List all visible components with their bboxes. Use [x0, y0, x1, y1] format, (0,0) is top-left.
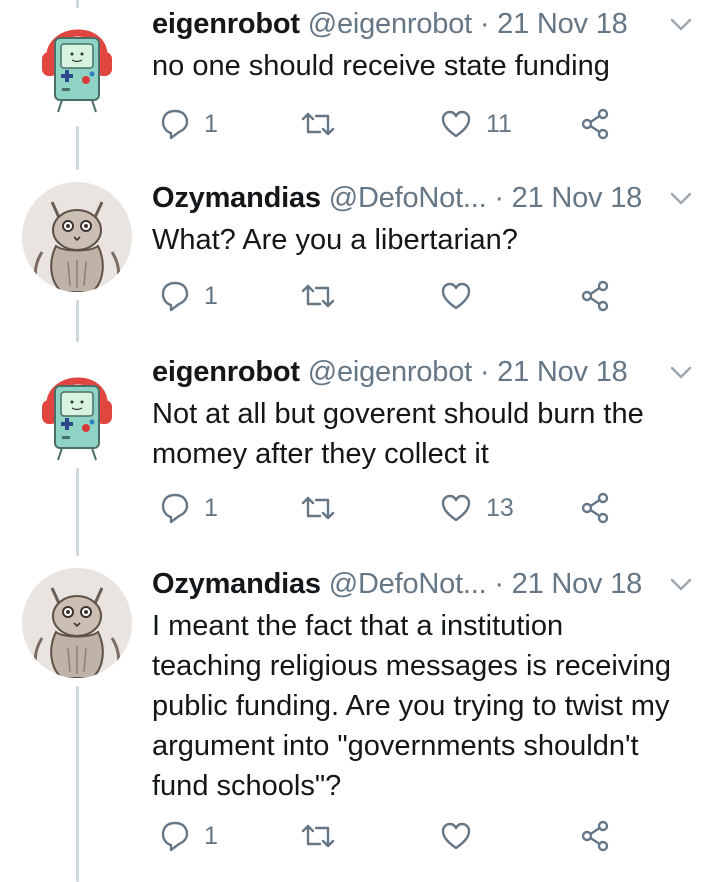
- reply-button[interactable]: 1: [160, 488, 218, 528]
- reply-icon: [161, 281, 189, 312]
- heart-icon: [441, 822, 471, 850]
- tweet-text-line: Not at all but goverent should burn the: [152, 398, 644, 430]
- like-button[interactable]: 11: [440, 104, 512, 144]
- handle[interactable]: @DefoNot...: [329, 182, 487, 214]
- like-button[interactable]: [440, 276, 472, 316]
- chevron-down-icon[interactable]: [668, 16, 694, 34]
- tweet-text-line: public funding. Are you trying to twist …: [152, 690, 670, 722]
- reply-count: 1: [204, 822, 218, 850]
- timestamp[interactable]: · 21 Nov 18: [480, 356, 628, 388]
- share-icon: [581, 108, 609, 140]
- retweet-icon: [301, 496, 335, 520]
- tweet-text-line: I meant the fact that a institution: [152, 610, 564, 642]
- cat-drawing-avatar[interactable]: [22, 568, 132, 678]
- retweet-button[interactable]: [300, 816, 336, 856]
- chevron-down-icon[interactable]: [668, 364, 694, 382]
- handle[interactable]: @eigenrobot: [308, 8, 472, 40]
- tweet-actions: 1: [0, 276, 720, 316]
- display-name[interactable]: Ozymandias: [152, 568, 321, 600]
- chevron-down-icon[interactable]: [668, 190, 694, 208]
- heart-icon: [441, 494, 471, 522]
- retweet-icon: [301, 284, 335, 308]
- heart-icon: [441, 110, 471, 138]
- tweet-text: no one should receive state funding: [152, 46, 712, 86]
- retweet-button[interactable]: [300, 104, 336, 144]
- tweet-text: Not at all but goverent should burn the …: [152, 394, 712, 474]
- tweet-text-line: What? Are you a libertarian?: [152, 224, 518, 256]
- bmo-headphones-avatar[interactable]: [22, 356, 132, 466]
- tweet-header: eigenrobot @eigenrobot · 21 Nov 18: [152, 352, 628, 392]
- share-icon: [581, 820, 609, 852]
- share-button[interactable]: [580, 276, 610, 316]
- display-name[interactable]: eigenrobot: [152, 8, 300, 40]
- reply-count: 1: [204, 494, 218, 522]
- tweet-actions: 1 11: [0, 104, 720, 144]
- tweet-header: Ozymandias @DefoNot... · 21 Nov 18: [152, 564, 642, 604]
- reply-count: 1: [204, 110, 218, 138]
- reply-icon: [161, 493, 189, 524]
- reply-button[interactable]: 1: [160, 104, 218, 144]
- reply-icon: [161, 109, 189, 140]
- retweet-button[interactable]: [300, 276, 336, 316]
- tweet-text: What? Are you a libertarian?: [152, 220, 712, 260]
- like-button[interactable]: [440, 816, 472, 856]
- timestamp[interactable]: · 21 Nov 18: [494, 568, 642, 600]
- share-button[interactable]: [580, 104, 610, 144]
- tweet-text-line: teaching religious messages is receiving: [152, 650, 672, 682]
- tweet-actions: 1 13: [0, 488, 720, 528]
- tweet-text-line: no one should receive state funding: [152, 50, 610, 82]
- display-name[interactable]: eigenrobot: [152, 356, 300, 388]
- like-count: 13: [486, 494, 514, 522]
- tweet-text: I meant the fact that a institution teac…: [152, 606, 712, 806]
- tweet-text-line: argument into "governments shouldn't: [152, 730, 639, 762]
- like-button[interactable]: 13: [440, 488, 514, 528]
- share-button[interactable]: [580, 488, 610, 528]
- tweet-header: Ozymandias @DefoNot... · 21 Nov 18: [152, 178, 642, 218]
- reply-button[interactable]: 1: [160, 276, 218, 316]
- retweet-icon: [301, 112, 335, 136]
- share-icon: [581, 492, 609, 524]
- timestamp[interactable]: · 21 Nov 18: [494, 182, 642, 214]
- chevron-down-icon[interactable]: [668, 576, 694, 594]
- handle[interactable]: @eigenrobot: [308, 356, 472, 388]
- tweet-text-line: fund schools"?: [152, 770, 342, 802]
- reply-icon: [161, 821, 189, 852]
- retweet-button[interactable]: [300, 488, 336, 528]
- tweet-actions: 1: [0, 816, 720, 856]
- display-name[interactable]: Ozymandias: [152, 182, 321, 214]
- handle[interactable]: @DefoNot...: [329, 568, 487, 600]
- share-icon: [581, 280, 609, 312]
- bmo-headphones-avatar[interactable]: [22, 8, 132, 118]
- reply-button[interactable]: 1: [160, 816, 218, 856]
- heart-icon: [441, 282, 471, 310]
- tweet-header: eigenrobot @eigenrobot · 21 Nov 18: [152, 4, 628, 44]
- retweet-icon: [301, 824, 335, 848]
- share-button[interactable]: [580, 816, 610, 856]
- timestamp[interactable]: · 21 Nov 18: [480, 8, 628, 40]
- tweet-text-line: momey after they collect it: [152, 438, 489, 470]
- reply-count: 1: [204, 282, 218, 310]
- like-count: 11: [486, 110, 512, 138]
